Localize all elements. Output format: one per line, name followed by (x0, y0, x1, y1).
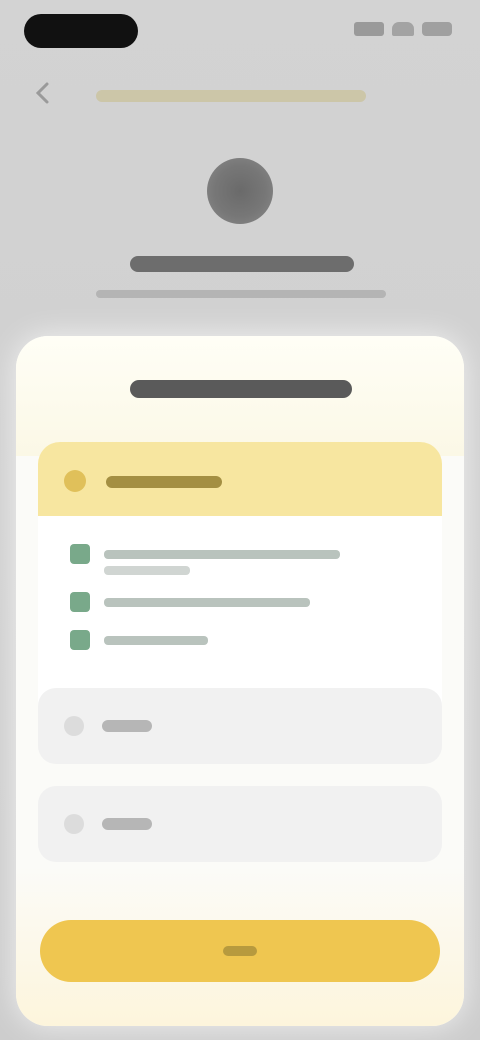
top-bar (0, 72, 480, 116)
top-link[interactable] (96, 90, 366, 102)
continue-button[interactable] (40, 920, 440, 982)
plan-option[interactable] (38, 786, 442, 862)
plan-option[interactable] (38, 688, 442, 764)
feature-text (104, 636, 208, 645)
check-icon (70, 592, 90, 612)
continue-label (223, 946, 257, 956)
battery-icon (422, 22, 452, 36)
status-icons (354, 22, 452, 36)
feature-item (70, 628, 400, 652)
radio-selected-icon[interactable] (64, 470, 86, 492)
avatar (207, 158, 273, 224)
chevron-left-icon[interactable] (30, 80, 56, 106)
signal-icon (354, 22, 384, 36)
radio-unselected-icon[interactable] (64, 716, 84, 736)
feature-item (70, 542, 400, 575)
plan-option-label (102, 818, 152, 830)
page-title (130, 256, 354, 272)
feature-text (104, 550, 340, 559)
plan-sheet (16, 336, 464, 1026)
selected-plan-name (106, 476, 222, 488)
sheet-title (130, 380, 352, 398)
check-icon (70, 544, 90, 564)
selected-plan-header[interactable] (38, 442, 442, 516)
plan-option-label (102, 720, 152, 732)
page-subtitle (96, 290, 386, 298)
subscription-screen (0, 0, 480, 1040)
wifi-icon (392, 22, 414, 36)
feature-text-continued (104, 566, 190, 575)
status-time (24, 14, 138, 48)
feature-item (70, 590, 400, 614)
status-bar (0, 0, 480, 64)
radio-unselected-icon[interactable] (64, 814, 84, 834)
check-icon (70, 630, 90, 650)
feature-text (104, 598, 310, 607)
